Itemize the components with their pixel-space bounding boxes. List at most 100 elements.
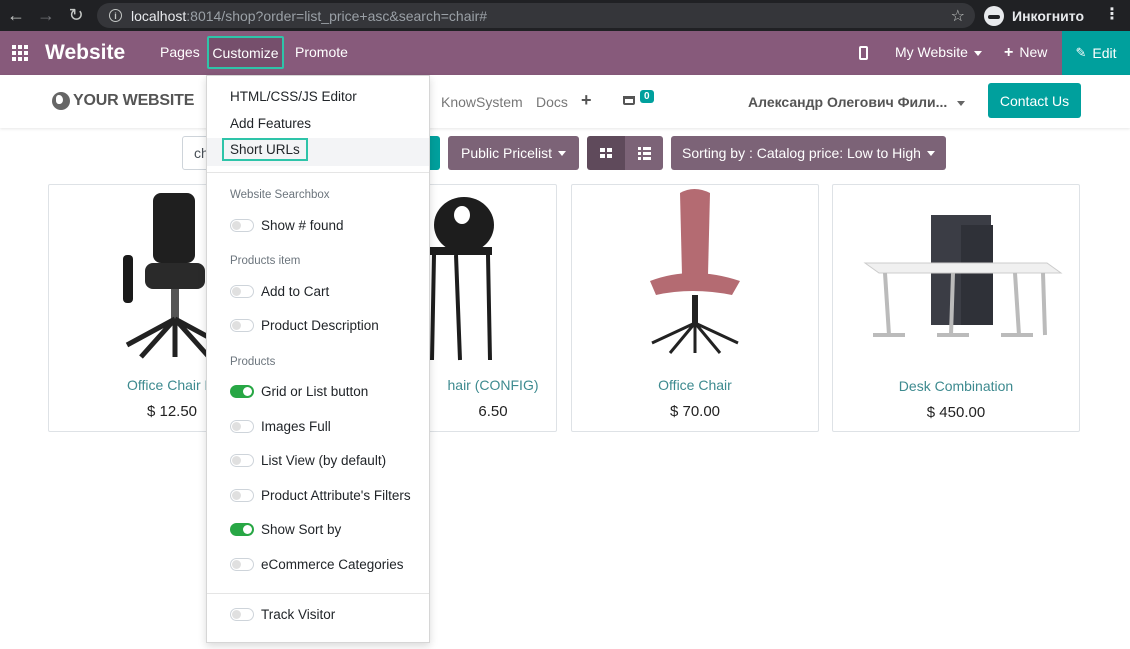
browser-menu-icon[interactable]: ⋮ [1104,4,1120,24]
option-show-found[interactable]: Show # found [230,218,344,233]
menu-customize-label: Customize [212,44,279,61]
product-price: $ 70.00 [669,403,721,420]
option-ecommerce-categories[interactable]: eCommerce Categories [230,557,404,572]
pricelist-label: Public Pricelist [460,145,553,161]
menu-item-short-urls[interactable]: Short URLs [222,138,308,161]
option-label: Product Attribute's Filters [261,488,411,503]
app-title: Website [45,41,126,64]
menu-divider [207,172,429,173]
menu-promote[interactable]: Promote [295,44,348,60]
option-label: Images Full [261,419,331,434]
option-product-description[interactable]: Product Description [230,318,379,333]
list-view-button[interactable] [625,136,663,170]
new-button[interactable]: + New [1004,44,1047,62]
caret-down-icon [558,150,567,156]
apps-grid-icon[interactable] [12,45,28,61]
sort-dropdown[interactable]: Sorting by : Catalog price: Low to High [671,136,946,170]
cart-icon[interactable] [623,96,635,105]
sort-label: Sorting by : Catalog price: Low to High [682,145,921,161]
reload-icon[interactable]: ↻ [62,2,90,30]
site-logo[interactable]: YOUR WEBSITE [52,92,194,110]
logo-text: YOUR WEBSITE [73,92,195,109]
add-menu-plus-icon[interactable]: + [581,90,592,111]
section-header: Website Searchbox [230,189,330,201]
toggle-switch[interactable] [230,608,254,621]
pencil-icon: ✎ [1075,45,1087,60]
pricelist-dropdown[interactable]: Public Pricelist [448,136,579,170]
toggle-switch[interactable] [230,489,254,502]
contact-us-button[interactable]: Contact Us [988,83,1081,118]
nav-docs[interactable]: Docs [536,94,568,110]
menu-divider [207,593,429,594]
site-info-icon[interactable]: i [109,9,122,22]
option-label: List View (by default) [261,453,387,468]
globe-icon [52,92,70,110]
incognito-indicator[interactable]: Инкогнито [984,3,1084,28]
my-website-dropdown[interactable]: My Website [895,44,982,60]
product-name[interactable]: Desk Combination [833,378,1079,394]
option-images-full[interactable]: Images Full [230,419,331,434]
section-header: Products item [230,255,301,267]
toggle-switch[interactable] [230,454,254,467]
toggle-switch[interactable] [230,319,254,332]
option-label: Track Visitor [261,607,336,622]
option-list-view-default[interactable]: List View (by default) [230,453,386,468]
option-label: Show Sort by [261,522,342,537]
option-grid-or-list[interactable]: Grid or List button [230,384,368,399]
toggle-switch[interactable] [230,558,254,571]
pink-office-chair-image [650,189,740,354]
incognito-label: Инкогнито [1012,7,1085,24]
website-editor-topbar: Website Pages Customize Promote My Websi… [0,31,1130,75]
option-attribute-filters[interactable]: Product Attribute's Filters [230,488,411,503]
toggle-switch[interactable] [230,420,254,433]
edit-button[interactable]: ✎ Edit [1062,31,1130,75]
plus-icon: + [1004,44,1014,61]
product-card[interactable]: Desk Combination $ 450.00 [832,184,1080,432]
menu-pages[interactable]: Pages [160,44,200,60]
grid-view-button[interactable] [587,136,625,170]
menu-item-html-editor[interactable]: HTML/CSS/JS Editor [230,89,357,104]
toggle-switch[interactable] [230,219,254,232]
user-menu[interactable]: Александр Олегович Фили... [748,94,966,110]
site-header: YOUR WEBSITE KnowSystem Docs + 0 Алексан… [0,75,1130,128]
option-label: Grid or List button [261,384,369,399]
my-website-label: My Website [895,44,968,60]
menu-item-add-features[interactable]: Add Features [230,116,311,131]
menu-customize[interactable]: Customize [207,36,284,69]
forward-arrow-icon[interactable]: → [32,2,60,30]
caret-down-icon [926,150,935,156]
toggle-switch[interactable] [230,523,254,536]
product-card[interactable]: Office Chair $ 70.00 [571,184,819,432]
customize-dropdown-menu: HTML/CSS/JS Editor Add Features Short UR… [206,75,430,643]
toggle-switch[interactable] [230,385,254,398]
list-icon [637,146,651,160]
option-label: Product Description [261,318,379,333]
cart-count-badge[interactable]: 0 [640,90,654,103]
section-header: Products [230,356,276,368]
option-add-to-cart[interactable]: Add to Cart [230,284,329,299]
browser-chrome: ← → ↻ i localhost:8014/shop?order=list_p… [0,0,1130,31]
nav-knowsystem[interactable]: KnowSystem [441,94,523,110]
bookmark-star-icon[interactable]: ☆ [951,6,965,26]
desk-combination-image [863,215,1063,337]
grid-icon [600,148,612,158]
incognito-icon [984,5,1004,26]
url-host: localhost [131,7,187,24]
grid-list-toggle [587,136,663,170]
toggle-switch[interactable] [230,285,254,298]
option-label: Add to Cart [261,284,330,299]
product-name[interactable]: Office Chair [572,377,818,393]
caret-down-icon [957,100,966,106]
back-arrow-icon[interactable]: ← [2,2,30,30]
product-price: $ 450.00 [926,404,986,421]
user-name: Александр Олегович Фили... [748,94,948,110]
new-label: New [1019,44,1048,60]
edit-label: Edit [1092,45,1117,61]
option-label: Show # found [261,218,344,233]
url-path: :8014/shop?order=list_price+asc&search=c… [186,7,488,24]
option-show-sort-by[interactable]: Show Sort by [230,522,341,537]
mobile-preview-icon[interactable] [859,46,868,60]
address-bar[interactable]: i localhost:8014/shop?order=list_price+a… [97,3,975,28]
option-label: eCommerce Categories [261,557,404,572]
option-track-visitor[interactable]: Track Visitor [230,607,335,622]
